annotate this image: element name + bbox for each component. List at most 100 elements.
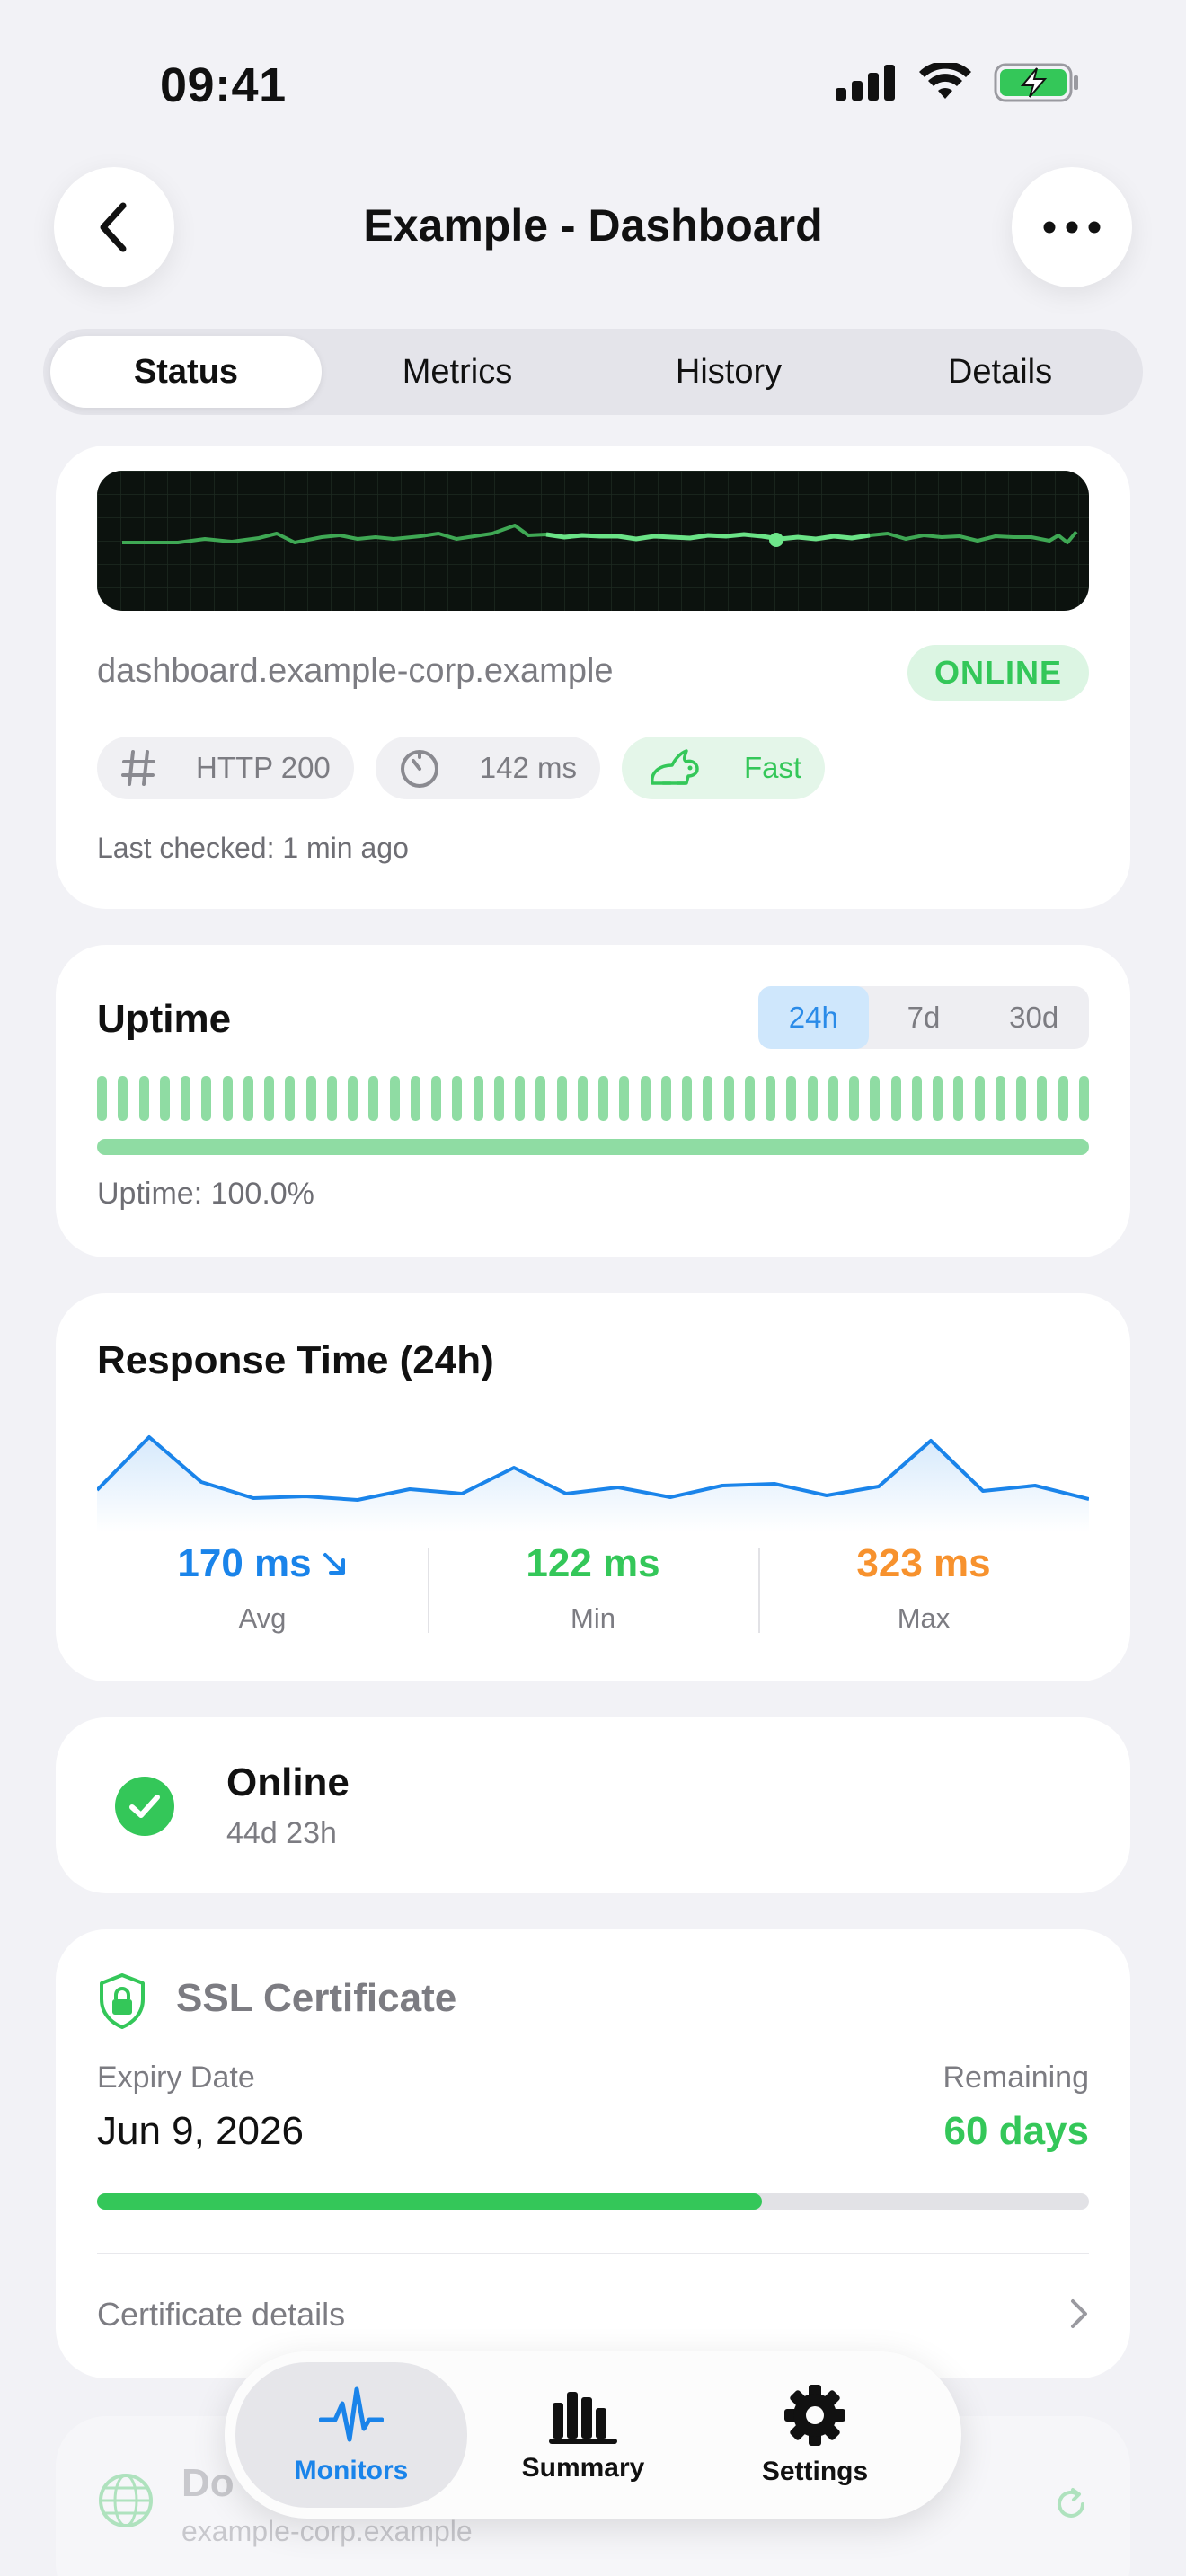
status-icons (836, 63, 1080, 102)
tabbar-settings-label: Settings (761, 2457, 869, 2486)
uptime-tick (870, 1076, 881, 1121)
ssl-certificate-card: SSL Certificate Expiry Date Jun 9, 2026 … (56, 1929, 1130, 2378)
response-time-title: Response Time (24h) (97, 1338, 494, 1382)
chevron-right-icon[interactable] (1069, 2298, 1089, 2330)
uptime-tick (744, 1076, 755, 1121)
status-badge: ONLINE (907, 645, 1089, 701)
avg-label: Avg (238, 1602, 287, 1634)
rabbit-icon (651, 749, 699, 785)
avg-value: 170 ms (177, 1541, 312, 1585)
refresh-icon[interactable] (1053, 2486, 1089, 2522)
uptime-tick (473, 1076, 483, 1121)
uptime-tick (493, 1076, 504, 1121)
speed-chip: Fast (622, 737, 826, 799)
uptime-tick (974, 1076, 985, 1121)
uptime-tick (703, 1076, 713, 1121)
uptime-tick (181, 1076, 190, 1121)
gear-icon (784, 2385, 845, 2446)
uptime-tick (911, 1076, 922, 1121)
uptime-title: Uptime (97, 997, 232, 1041)
uptime-tick (640, 1076, 651, 1121)
section-tabs: Status Metrics History Details (43, 329, 1143, 415)
latency-value: 142 ms (479, 751, 578, 784)
metric-chips: HTTP 200 142 ms Fast (97, 737, 826, 799)
hash-icon (121, 750, 155, 786)
domain-subtitle: example-corp.example (181, 2515, 473, 2547)
heartbeat-visual (97, 471, 1089, 611)
timer-icon (400, 750, 438, 788)
tabbar-monitors[interactable]: Monitors (235, 2362, 467, 2508)
uptime-tick (933, 1076, 943, 1121)
http-status-chip: HTTP 200 (97, 737, 354, 799)
ssl-remaining-progress (97, 2193, 1089, 2210)
uptime-tick (389, 1076, 400, 1121)
uptime-tick (97, 1076, 107, 1121)
uptime-tick (890, 1076, 901, 1121)
uptime-tick (766, 1076, 775, 1121)
uptime-tick (515, 1076, 525, 1121)
uptime-tick (118, 1076, 128, 1121)
range-24h[interactable]: 24h (758, 986, 869, 1049)
tab-history[interactable]: History (593, 336, 864, 408)
tabbar-summary-label: Summary (521, 2453, 645, 2483)
divider (97, 2253, 1089, 2254)
uptime-tick (348, 1076, 358, 1121)
shield-lock-icon (100, 1973, 145, 2029)
uptime-tick (305, 1076, 316, 1121)
uptime-tick (326, 1076, 337, 1121)
status-bar: 09:41 (0, 0, 1186, 153)
uptime-tick (995, 1076, 1005, 1121)
ssl-remaining-fill (97, 2193, 762, 2210)
uptime-tick (138, 1076, 149, 1121)
page-title: Example - Dashboard (363, 200, 823, 251)
uptime-tick (556, 1076, 567, 1121)
response-time-sparkline (97, 1435, 1089, 1532)
more-options-button[interactable] (1012, 167, 1132, 287)
uptime-tick (452, 1076, 463, 1121)
max-value: 323 ms (856, 1541, 991, 1585)
uptime-tick (807, 1076, 818, 1121)
uptime-tick (786, 1076, 797, 1121)
tab-status[interactable]: Status (50, 336, 322, 408)
uptime-bars (97, 1076, 1089, 1121)
status-duration: 44d 23h (226, 1816, 337, 1850)
arrow-down-right-icon (323, 1553, 345, 1575)
status-title: Online (226, 1760, 350, 1804)
uptime-tick (828, 1076, 838, 1121)
status-duration-card[interactable]: Online 44d 23h (56, 1717, 1130, 1893)
remaining-days: 60 days (943, 2109, 1089, 2153)
uptime-tick (1037, 1076, 1048, 1121)
max-label: Max (897, 1602, 951, 1634)
speed-value: Fast (744, 751, 802, 784)
monitor-overview-card: dashboard.example-corp.example ONLINE HT… (56, 446, 1130, 909)
uptime-tick (953, 1076, 964, 1121)
uptime-tick (619, 1076, 630, 1121)
uptime-progress (97, 1139, 1089, 1155)
uptime-tick (682, 1076, 692, 1121)
uptime-tick (264, 1076, 274, 1121)
latency-chip: 142 ms (375, 737, 601, 799)
tabbar-monitors-label: Monitors (294, 2456, 409, 2485)
range-30d[interactable]: 30d (978, 986, 1089, 1049)
uptime-tick (410, 1076, 420, 1121)
range-7d[interactable]: 7d (869, 986, 979, 1049)
uptime-tick (159, 1076, 170, 1121)
uptime-card: Uptime 24h 7d 30d Uptime: 100.0% (56, 945, 1130, 1257)
tabbar-summary[interactable]: Summary (467, 2362, 699, 2508)
response-time-card: Response Time (24h) 170 ms Avg 122 ms Mi… (56, 1293, 1130, 1681)
response-stats: 170 ms Avg 122 ms Min 323 ms Max (97, 1541, 1089, 1634)
tab-metrics[interactable]: Metrics (322, 336, 593, 408)
remaining-label: Remaining (943, 2060, 1089, 2095)
checkmark-circle-icon (115, 1777, 174, 1836)
ellipsis-icon (1043, 221, 1101, 234)
tab-details[interactable]: Details (864, 336, 1136, 408)
tabbar-settings[interactable]: Settings (699, 2362, 931, 2508)
http-status-value: HTTP 200 (196, 751, 331, 784)
certificate-details-link[interactable]: Certificate details (97, 2296, 345, 2333)
uptime-tick (243, 1076, 253, 1121)
max-stat: 323 ms Max (758, 1541, 1089, 1634)
uptime-tick (849, 1076, 859, 1121)
globe-icon (99, 2474, 153, 2527)
uptime-tick (1058, 1076, 1068, 1121)
bar-chart-icon (549, 2392, 617, 2444)
